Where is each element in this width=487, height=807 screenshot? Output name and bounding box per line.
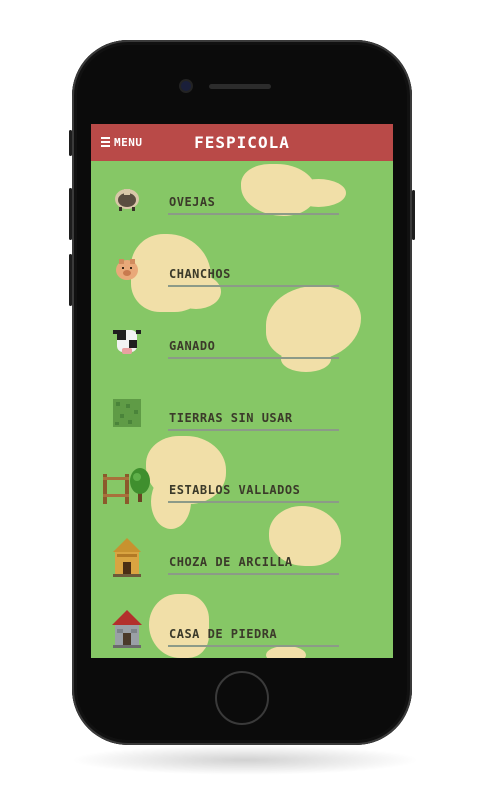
item-underline — [168, 501, 339, 503]
app-screen: MENU FESPICOLA OVEJAS CHANCHOS GANADO TI… — [91, 124, 393, 658]
item-label: GANADO — [169, 339, 216, 353]
item-label: ESTABLOS VALLADOS — [169, 483, 301, 497]
list-item-establos-vallados[interactable]: ESTABLOS VALLADOS — [91, 457, 393, 517]
app-header: MENU FESPICOLA — [91, 124, 393, 161]
power-button — [412, 190, 415, 240]
item-underline — [168, 285, 339, 287]
volume-up-button — [69, 188, 72, 240]
item-label: OVEJAS — [169, 195, 216, 209]
item-underline — [168, 213, 339, 215]
item-label: CHOZA DE ARCILLA — [169, 555, 293, 569]
fence-tree-icon — [101, 465, 151, 505]
list-item-choza-de-arcilla[interactable]: CHOZA DE ARCILLA — [91, 529, 393, 589]
mute-switch — [69, 130, 72, 156]
item-underline — [168, 357, 339, 359]
stone-house-icon — [107, 609, 147, 649]
list-item-casa-de-piedra[interactable]: CASA DE PIEDRA — [91, 601, 393, 658]
item-label: CASA DE PIEDRA — [169, 627, 278, 641]
sheep-icon — [107, 177, 147, 217]
front-camera — [181, 81, 191, 91]
list-item-ovejas[interactable]: OVEJAS — [91, 169, 393, 229]
clay-hut-icon — [107, 537, 147, 577]
list-item-ganado[interactable]: GANADO — [91, 313, 393, 373]
pig-icon — [107, 249, 147, 289]
earpiece-speaker — [209, 84, 271, 89]
list-item-chanchos[interactable]: CHANCHOS — [91, 241, 393, 301]
cow-icon — [107, 321, 147, 361]
item-underline — [168, 429, 339, 431]
item-label: CHANCHOS — [169, 267, 231, 281]
phone-shadow — [70, 745, 420, 775]
volume-down-button — [69, 254, 72, 306]
item-label: TIERRAS SIN USAR — [169, 411, 293, 425]
item-underline — [168, 645, 339, 647]
home-button[interactable] — [215, 671, 269, 725]
grass-tile-icon — [107, 393, 147, 433]
app-title: FESPICOLA — [194, 133, 290, 152]
list-item-tierras-sin-usar[interactable]: TIERRAS SIN USAR — [91, 385, 393, 445]
item-underline — [168, 573, 339, 575]
